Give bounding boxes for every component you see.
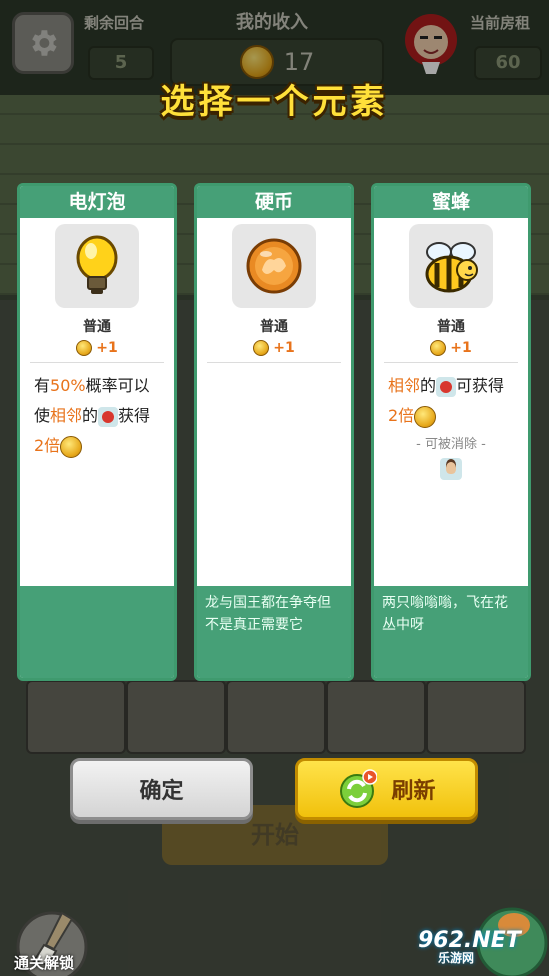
desc-highlight: 相邻 [388,376,421,395]
element-card-bee[interactable]: 蜜蜂 普通 +1 相邻的 可获得 2倍 - 可被消除 - 两只嗡嗡嗡，飞在花丛中呀 [371,183,531,681]
desc-text: 获得 [118,406,151,425]
card-flavor-text: 龙与国王都在争夺但不是真正需要它 [197,586,351,678]
gain-value: +1 [273,340,295,356]
watermark: 962.NET 乐游网 [418,928,521,966]
card-icon-box [409,224,493,308]
desc-text: 概率可以 [85,376,150,395]
card-gain: +1 [374,340,528,356]
rose-icon [98,406,119,427]
desc-highlight: 2倍 [388,406,415,425]
desc-highlight: 50% [50,376,86,395]
card-gain: +1 [197,340,351,356]
element-card-coin[interactable]: 硬币 普通 +1 龙与国王都在争夺但不是真正需要它 [194,183,354,681]
card-rarity: 普通 [83,319,111,335]
card-icon-box [232,224,316,308]
card-icon-box [55,224,139,308]
card-description: 有50%概率可以 使相邻的 获得 2倍 [20,363,174,461]
card-rarity: 普通 [260,319,288,335]
card-flavor-text [20,586,174,678]
unlock-label: 通关解锁 [14,954,75,972]
modal-title: 选择一个元素 [160,82,389,122]
lightbulb-icon [76,235,118,294]
gain-value: +1 [96,340,118,356]
refresh-button[interactable]: 刷新 [295,758,478,820]
bee-icon [425,242,478,293]
desc-text: 可获得 [456,376,505,395]
desc-text: 的 [82,406,99,425]
confirm-button[interactable]: 确定 [70,758,253,820]
desc-highlight: 相邻 [50,406,83,425]
desc-text: 有 [34,376,51,395]
coin-icon [430,340,447,356]
coin-icon [414,405,437,428]
person-icon [440,458,462,480]
refresh-label: 刷新 [391,779,436,804]
card-title: 电灯泡 [20,186,174,218]
confirm-label: 确定 [139,779,184,804]
card-title: 硬币 [197,186,351,218]
divider [207,362,341,363]
card-flavor-text: 两只嗡嗡嗡，飞在花丛中呀 [374,586,528,678]
desc-text: 使 [34,406,51,425]
card-gain: +1 [20,340,174,356]
coin-icon [76,340,93,356]
card-rarity: 普通 [437,319,465,335]
coin-icon [246,238,302,294]
desc-highlight: 2倍 [34,436,61,455]
removable-note: - 可被消除 - [416,437,486,452]
card-description: 相邻的 可获得 2倍 [374,363,528,431]
gain-value: +1 [450,340,472,356]
rose-icon [436,376,457,397]
card-title: 蜜蜂 [374,186,528,218]
element-card-lightbulb[interactable]: 电灯泡 普通 +1 有50%概率可以 使相邻的 获得 2倍 [17,183,177,681]
coin-icon [60,435,83,458]
desc-text: 的 [420,376,437,395]
refresh-icon [340,769,378,808]
coin-icon [253,340,270,356]
